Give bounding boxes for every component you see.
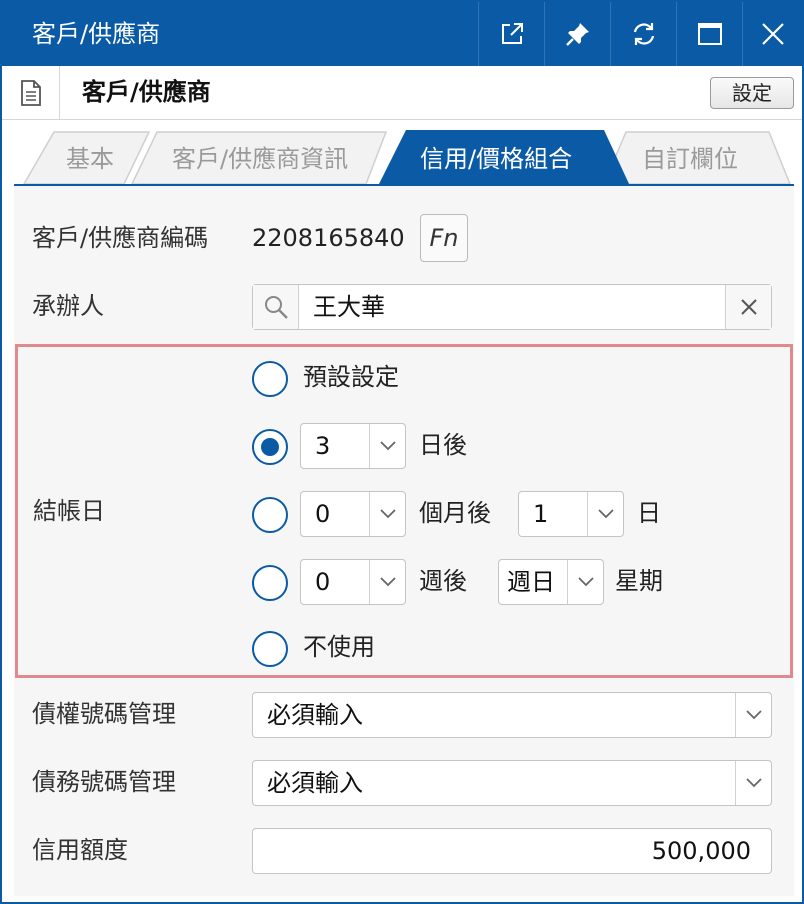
days-after-suffix: 日後 [419,431,467,459]
chevron-down-icon [597,509,614,519]
credit-limit-input[interactable]: 500,000 [252,828,772,874]
handler-value: 王大華 [313,293,385,321]
weeks-after-suffix: 週後 [419,567,467,595]
month-day-arrow[interactable] [587,492,623,536]
weekday-select[interactable]: 週日 [498,559,604,605]
chevron-down-icon [577,577,594,587]
code-label: 客戶/供應商編碼 [32,224,209,252]
chevron-down-icon [745,778,762,788]
handler-clear-button[interactable] [725,285,771,329]
document-icon [20,79,41,106]
billing-day-section: 結帳日 預設設定 3 日後 0 個月後 1 日 0 週後 週日 星期 不使用 [15,344,793,678]
tab-basic[interactable]: 基本 [66,142,114,176]
window-title: 客戶/供應商 [32,20,161,48]
maximize-button[interactable] [676,2,742,66]
receivable-number-label: 債權號碼管理 [32,700,176,728]
radio-months-after[interactable] [252,497,288,533]
close-button[interactable] [742,2,802,66]
weeks-after-value: 0 [315,568,331,596]
months-after-arrow[interactable] [369,492,405,536]
weeks-after-select[interactable]: 0 [300,559,406,605]
billing-day-label: 結帳日 [33,497,105,525]
months-after-value: 0 [315,500,331,528]
tab-strip: 基本 客戶/供應商資訊 信用/價格組合 自訂欄位 [14,120,794,186]
option-default-text: 預設設定 [303,363,399,391]
credit-limit-value: 500,000 [651,837,751,865]
handler-label: 承辦人 [32,292,104,320]
credit-limit-label: 信用額度 [32,836,128,864]
pin-button[interactable] [544,2,610,66]
settings-button[interactable]: 設定 [710,77,794,109]
weeks-after-arrow[interactable] [369,560,405,604]
receivable-number-value: 必須輸入 [267,701,363,729]
form-panel: 客戶/供應商編碼 2208165840 Fn 承辦人 王大華 結帳日 預設設定 … [14,186,794,896]
days-after-arrow[interactable] [369,424,405,468]
receivable-number-select[interactable]: 必須輸入 [252,692,772,738]
popout-button[interactable] [478,2,544,66]
days-after-value: 3 [315,432,331,460]
fn-button[interactable]: Fn [420,214,468,262]
tab-custom-fields[interactable]: 自訂欄位 [642,142,738,176]
window: 客戶/供應商 客戶/供應商 設定 基本 客戶/供應商資訊 信用/價格組合 自訂欄… [0,0,804,904]
title-bar: 客戶/供應商 [2,2,802,66]
chevron-down-icon [379,577,396,587]
document-icon-box [2,66,60,119]
month-day-select[interactable]: 1 [518,491,624,537]
chevron-down-icon [379,509,396,519]
weekday-arrow[interactable] [567,560,603,604]
payable-number-select[interactable]: 必須輸入 [252,760,772,806]
code-value: 2208165840 [252,224,405,252]
close-icon [761,23,784,45]
tab-customer-info[interactable]: 客戶/供應商資訊 [172,142,348,176]
weekday-value: 週日 [507,568,555,596]
refresh-button[interactable] [610,2,676,66]
month-day-value: 1 [533,500,549,528]
radio-days-after[interactable] [252,429,288,465]
chevron-down-icon [379,441,396,451]
months-after-suffix: 個月後 [419,499,491,527]
month-day-suffix: 日 [637,499,661,527]
toolbar: 客戶/供應商 設定 [2,66,802,120]
option-unused-text: 不使用 [303,633,375,661]
refresh-icon [633,23,654,45]
radio-default[interactable] [252,361,288,397]
payable-number-arrow[interactable] [735,761,771,805]
search-icon [264,296,288,319]
tab-credit-price[interactable]: 信用/價格組合 [420,142,572,176]
popout-icon [501,23,523,44]
pin-icon [565,23,589,46]
chevron-down-icon [745,710,762,720]
days-after-select[interactable]: 3 [300,423,406,469]
handler-field[interactable]: 王大華 [252,284,772,330]
toolbar-title: 客戶/供應商 [82,78,211,106]
radio-weeks-after[interactable] [252,565,288,601]
clear-icon [740,299,757,315]
handler-search-button[interactable] [253,285,299,329]
payable-number-value: 必須輸入 [267,769,363,797]
weekday-suffix: 星期 [615,567,663,595]
receivable-number-arrow[interactable] [735,693,771,737]
months-after-select[interactable]: 0 [300,491,406,537]
maximize-icon [697,23,722,45]
radio-unused[interactable] [252,631,288,667]
payable-number-label: 債務號碼管理 [32,768,176,796]
